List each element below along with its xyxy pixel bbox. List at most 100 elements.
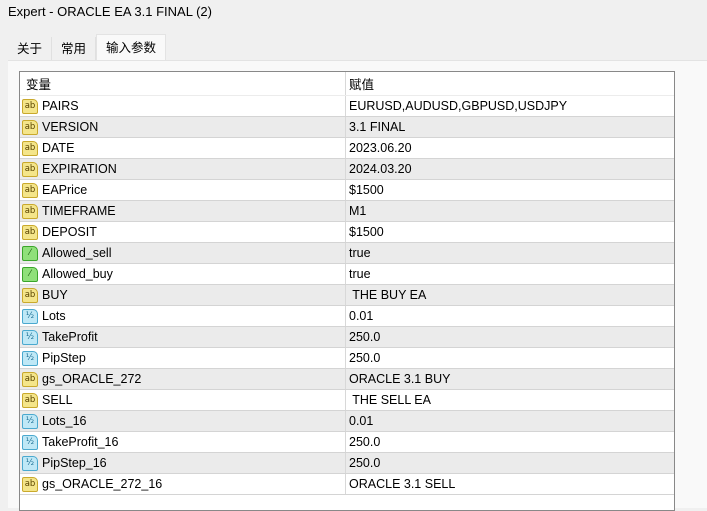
- variable-cell: ab gs_ORACLE_272: [20, 369, 346, 389]
- value-cell[interactable]: 2023.06.20: [346, 138, 674, 158]
- variable-cell: ab DEPOSIT: [20, 222, 346, 242]
- number-type-icon: ½: [22, 434, 38, 450]
- variable-cell: ½ PipStep_16: [20, 453, 346, 473]
- value-cell[interactable]: THE BUY EA: [346, 285, 674, 305]
- table-row[interactable]: ab DATE 2023.06.20: [20, 138, 674, 159]
- variable-cell: ½ PipStep: [20, 348, 346, 368]
- table-row[interactable]: ⁄ Allowed_buy true: [20, 264, 674, 285]
- table-row[interactable]: ½ PipStep_16 250.0: [20, 453, 674, 474]
- string-type-icon: ab: [22, 476, 38, 492]
- value-cell[interactable]: ORACLE 3.1 BUY: [346, 369, 674, 389]
- number-type-icon: ½: [22, 329, 38, 345]
- value-cell[interactable]: THE SELL EA: [346, 390, 674, 410]
- variable-name: SELL: [42, 393, 73, 407]
- number-type-icon: ½: [22, 350, 38, 366]
- variable-cell: ab EAPrice: [20, 180, 346, 200]
- tab-common[interactable]: 常用: [52, 37, 97, 61]
- tab-bar: 关于 常用 输入参数: [8, 34, 167, 61]
- boolean-type-icon: ⁄: [22, 266, 38, 282]
- variable-cell: ab SELL: [20, 390, 346, 410]
- variable-name: PipStep: [42, 351, 86, 365]
- table-row[interactable]: ab gs_ORACLE_272 ORACLE 3.1 BUY: [20, 369, 674, 390]
- table-row[interactable]: ab PAIRS EURUSD,AUDUSD,GBPUSD,USDJPY: [20, 96, 674, 117]
- variable-name: VERSION: [42, 120, 99, 134]
- string-type-icon: ab: [22, 203, 38, 219]
- value-cell[interactable]: 250.0: [346, 453, 674, 473]
- string-type-icon: ab: [22, 119, 38, 135]
- table-row[interactable]: ½ TakeProfit 250.0: [20, 327, 674, 348]
- variable-name: DEPOSIT: [42, 225, 97, 239]
- variable-name: EAPrice: [42, 183, 88, 197]
- number-type-icon: ½: [22, 308, 38, 324]
- value-cell[interactable]: 250.0: [346, 327, 674, 347]
- variable-name: gs_ORACLE_272: [42, 372, 142, 386]
- variable-cell: ½ TakeProfit: [20, 327, 346, 347]
- variable-name: PAIRS: [42, 99, 79, 113]
- variable-cell: ab VERSION: [20, 117, 346, 137]
- variable-cell: ab DATE: [20, 138, 346, 158]
- table-row[interactable]: ab gs_ORACLE_272_16 ORACLE 3.1 SELL: [20, 474, 674, 495]
- table-row[interactable]: ab EAPrice $1500: [20, 180, 674, 201]
- value-cell[interactable]: true: [346, 243, 674, 263]
- string-type-icon: ab: [22, 140, 38, 156]
- header-variable[interactable]: 变量: [20, 72, 346, 95]
- grid-header: 变量 赋值: [20, 72, 674, 96]
- inputs-panel: 变量 赋值 ab PAIRS EURUSD,AUDUSD,GBPUSD,USDJPY…: [8, 60, 707, 511]
- table-row[interactable]: ab BUY THE BUY EA: [20, 285, 674, 306]
- table-row[interactable]: ½ PipStep 250.0: [20, 348, 674, 369]
- value-cell[interactable]: 3.1 FINAL: [346, 117, 674, 137]
- variable-name: Lots_16: [42, 414, 87, 428]
- variable-name: BUY: [42, 288, 68, 302]
- value-cell[interactable]: EURUSD,AUDUSD,GBPUSD,USDJPY: [346, 96, 674, 116]
- variable-name: PipStep_16: [42, 456, 107, 470]
- string-type-icon: ab: [22, 287, 38, 303]
- variable-cell: ab EXPIRATION: [20, 159, 346, 179]
- variable-name: Lots: [42, 309, 66, 323]
- value-cell[interactable]: 250.0: [346, 432, 674, 452]
- table-row[interactable]: ab EXPIRATION 2024.03.20: [20, 159, 674, 180]
- value-cell[interactable]: M1: [346, 201, 674, 221]
- value-cell[interactable]: $1500: [346, 222, 674, 242]
- string-type-icon: ab: [22, 392, 38, 408]
- number-type-icon: ½: [22, 413, 38, 429]
- value-cell[interactable]: true: [346, 264, 674, 284]
- variable-cell: ½ Lots: [20, 306, 346, 326]
- variable-name: TakeProfit: [42, 330, 98, 344]
- header-value[interactable]: 赋值: [346, 72, 674, 95]
- variable-cell: ab BUY: [20, 285, 346, 305]
- value-cell[interactable]: 2024.03.20: [346, 159, 674, 179]
- window-title: Expert - ORACLE EA 3.1 FINAL (2): [8, 4, 212, 19]
- table-row[interactable]: ½ Lots 0.01: [20, 306, 674, 327]
- variable-name: Allowed_sell: [42, 246, 112, 260]
- table-row[interactable]: ab SELL THE SELL EA: [20, 390, 674, 411]
- value-cell[interactable]: $1500: [346, 180, 674, 200]
- table-row[interactable]: ab DEPOSIT $1500: [20, 222, 674, 243]
- variable-cell: ½ TakeProfit_16: [20, 432, 346, 452]
- table-row[interactable]: ½ Lots_16 0.01: [20, 411, 674, 432]
- number-type-icon: ½: [22, 455, 38, 471]
- value-cell[interactable]: ORACLE 3.1 SELL: [346, 474, 674, 494]
- variable-cell: ⁄ Allowed_sell: [20, 243, 346, 263]
- variable-name: EXPIRATION: [42, 162, 117, 176]
- string-type-icon: ab: [22, 98, 38, 114]
- value-cell[interactable]: 0.01: [346, 306, 674, 326]
- value-cell[interactable]: 0.01: [346, 411, 674, 431]
- string-type-icon: ab: [22, 182, 38, 198]
- value-cell[interactable]: 250.0: [346, 348, 674, 368]
- variable-cell: ⁄ Allowed_buy: [20, 264, 346, 284]
- table-row[interactable]: ½ TakeProfit_16 250.0: [20, 432, 674, 453]
- variable-name: DATE: [42, 141, 75, 155]
- table-row[interactable]: ab TIMEFRAME M1: [20, 201, 674, 222]
- variable-name: Allowed_buy: [42, 267, 113, 281]
- string-type-icon: ab: [22, 371, 38, 387]
- variable-cell: ab PAIRS: [20, 96, 346, 116]
- variable-cell: ab TIMEFRAME: [20, 201, 346, 221]
- tab-inputs[interactable]: 输入参数: [96, 34, 167, 61]
- table-row[interactable]: ⁄ Allowed_sell true: [20, 243, 674, 264]
- tab-about[interactable]: 关于: [8, 37, 53, 61]
- variable-name: TakeProfit_16: [42, 435, 119, 449]
- variable-name: gs_ORACLE_272_16: [42, 477, 163, 491]
- parameters-grid: 变量 赋值 ab PAIRS EURUSD,AUDUSD,GBPUSD,USDJPY…: [19, 71, 675, 511]
- table-row[interactable]: ab VERSION 3.1 FINAL: [20, 117, 674, 138]
- variable-cell: ab gs_ORACLE_272_16: [20, 474, 346, 494]
